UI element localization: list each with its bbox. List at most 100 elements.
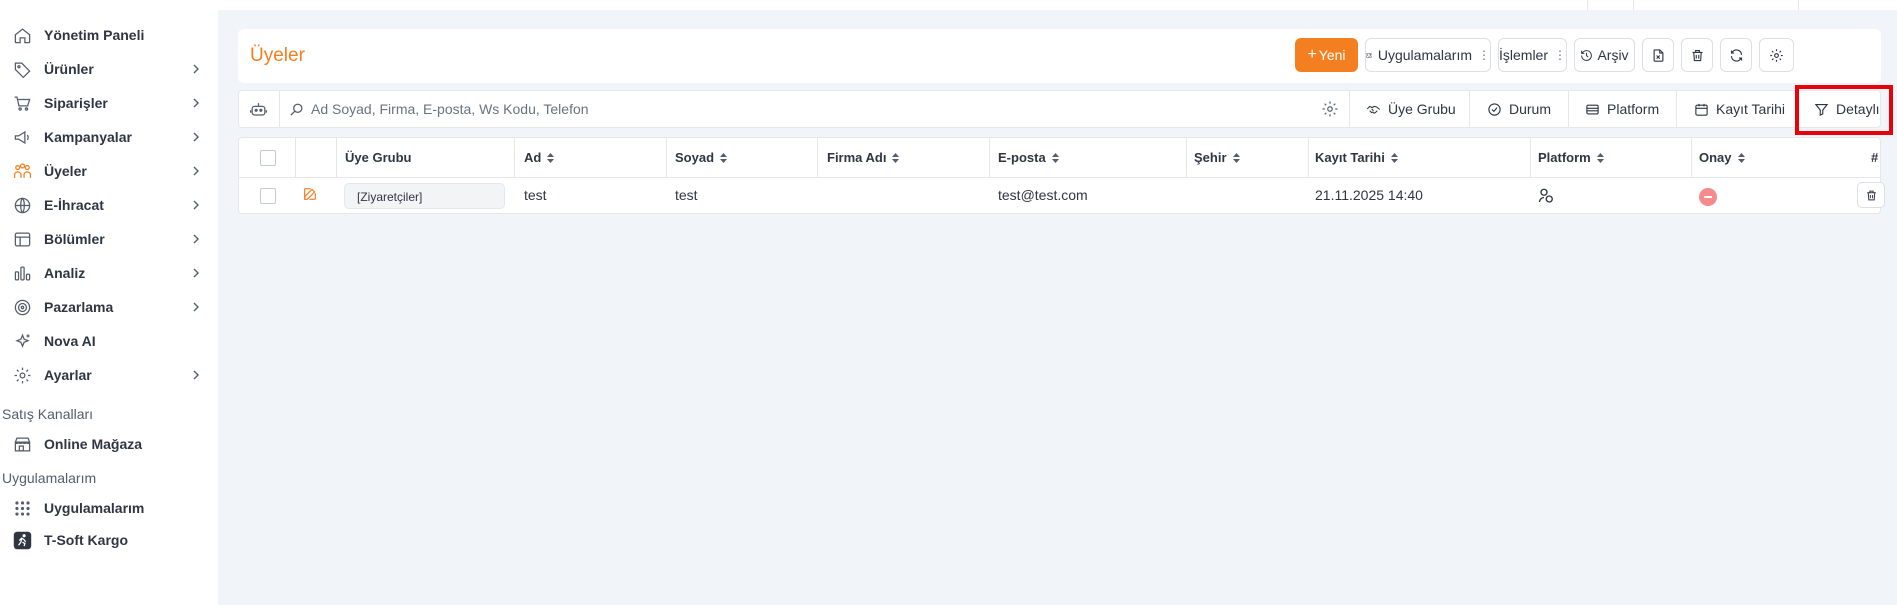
filter-status[interactable]: Durum	[1487, 91, 1551, 127]
apps-button-label: Uygulamalarım	[1377, 47, 1472, 63]
refresh-button[interactable]	[1720, 38, 1752, 72]
sidebar-item-dashboard[interactable]: Yönetim Paneli	[0, 20, 218, 50]
column-header-actions: #	[1871, 150, 1878, 165]
column-header-email[interactable]: E-posta	[998, 150, 1059, 165]
search-icon	[290, 103, 303, 116]
sidebar-item-campaigns[interactable]: Kampanyalar	[0, 122, 218, 152]
sort-icon	[1232, 152, 1240, 163]
cart-icon	[12, 93, 32, 113]
apps-button[interactable]: Uygulamalarım ⋮	[1365, 38, 1491, 72]
sort-icon	[892, 152, 900, 163]
calendar-icon	[1695, 103, 1708, 116]
sort-icon	[1390, 152, 1398, 163]
column-header-label: E-posta	[998, 150, 1046, 165]
column-divider	[1308, 138, 1309, 178]
divider	[1349, 91, 1350, 127]
sidebar-item-sections[interactable]: Bölümler	[0, 224, 218, 254]
delete-row-button[interactable]	[1857, 182, 1885, 208]
column-divider	[1186, 138, 1187, 178]
select-all-checkbox[interactable]	[260, 150, 276, 166]
sidebar: Yönetim Paneli Ürünler Siparişler Kampan…	[0, 0, 218, 605]
filter-registration-date[interactable]: Kayıt Tarihi	[1694, 91, 1785, 127]
sidebar-item-orders[interactable]: Siparişler	[0, 88, 218, 118]
table-row[interactable]: [Ziyaretçiler] test test test@test.com 2…	[239, 178, 1885, 214]
top-bar	[218, 0, 1897, 10]
sparkle-icon	[12, 331, 32, 351]
search-input[interactable]	[311, 97, 1311, 121]
chevron-right-icon	[193, 234, 199, 244]
column-divider	[989, 138, 990, 178]
filter-chip-label: Kayıt Tarihi	[1716, 101, 1785, 117]
chevron-right-icon	[193, 302, 199, 312]
approval-status-icon[interactable]	[1699, 188, 1717, 206]
sidebar-item-online-store[interactable]: Online Mağaza	[0, 429, 218, 459]
apps-title: Uygulamalarım	[2, 470, 97, 486]
column-divider	[336, 138, 337, 178]
sidebar-item-analytics[interactable]: Analiz	[0, 258, 218, 288]
more-vertical-icon: ⋮	[1478, 48, 1490, 62]
grid-dots-icon	[12, 498, 32, 518]
store-icon	[12, 434, 32, 454]
history-icon	[1581, 49, 1593, 61]
chevron-right-icon	[193, 268, 199, 278]
more-vertical-icon: ⋮	[1554, 48, 1567, 62]
sidebar-item-label: Online Mağaza	[44, 436, 143, 452]
column-header-label: Şehir	[1194, 150, 1227, 165]
handshake-icon	[1366, 105, 1381, 114]
chevron-right-icon	[193, 98, 199, 108]
export-button[interactable]	[1642, 38, 1674, 72]
sidebar-item-my-apps[interactable]: Uygulamalarım	[0, 493, 218, 523]
column-header-group[interactable]: Üye Grubu	[345, 150, 411, 165]
column-header-label: Üye Grubu	[345, 150, 412, 165]
filter-chip-label: Üye Grubu	[1388, 101, 1456, 117]
sidebar-item-label: Nova AI	[44, 333, 96, 349]
edit-icon[interactable]	[302, 186, 318, 202]
column-header-first-name[interactable]: Ad	[524, 150, 555, 165]
top-bar-divider	[1587, 0, 1588, 10]
filter-platform[interactable]: Platform	[1585, 91, 1659, 127]
gear-icon[interactable]	[1321, 100, 1339, 118]
column-header-city[interactable]: Şehir	[1194, 150, 1240, 165]
gear-icon	[1770, 48, 1783, 62]
actions-button[interactable]: İşlemler ⋮	[1498, 38, 1567, 72]
globe-icon	[12, 195, 32, 215]
filter-bar: Üye Grubu Durum Platform Kayıt Tarihi De…	[238, 90, 1881, 128]
sales-channels-title: Satış Kanalları	[2, 406, 94, 422]
sidebar-item-products[interactable]: Ürünler	[0, 54, 218, 84]
column-header-label: Onay	[1699, 150, 1732, 165]
sidebar-item-label: E-İhracat	[44, 197, 104, 213]
sidebar-item-export[interactable]: E-İhracat	[0, 190, 218, 220]
column-header-approval[interactable]: Onay	[1699, 150, 1745, 165]
bulk-delete-button[interactable]	[1681, 38, 1713, 72]
trash-icon	[1692, 49, 1702, 61]
column-header-label: Firma Adı	[827, 150, 887, 165]
sort-icon	[1737, 152, 1745, 163]
settings-button[interactable]	[1759, 38, 1794, 72]
new-button[interactable]: + Yeni	[1295, 38, 1358, 72]
column-header-platform[interactable]: Platform	[1538, 150, 1604, 165]
check-circle-icon	[1488, 102, 1501, 116]
column-header-company[interactable]: Firma Adı	[827, 150, 900, 165]
gear-icon	[12, 365, 32, 385]
column-header-label: #	[1871, 150, 1879, 165]
sidebar-item-tsoft-kargo[interactable]: T-Soft Kargo	[0, 525, 218, 555]
column-header-registration-date[interactable]: Kayıt Tarihi	[1315, 150, 1398, 165]
filter-member-group[interactable]: Üye Grubu	[1366, 91, 1456, 127]
archive-button[interactable]: Arşiv	[1574, 38, 1635, 72]
row-checkbox[interactable]	[260, 188, 276, 204]
cell-last-name: test	[675, 187, 698, 203]
sidebar-item-settings[interactable]: Ayarlar	[0, 360, 218, 390]
chevron-right-icon	[193, 132, 199, 142]
chevron-right-icon	[193, 64, 199, 74]
robot-icon[interactable]	[249, 100, 268, 119]
chart-icon	[12, 263, 32, 283]
file-excel-icon	[1653, 48, 1663, 62]
sidebar-item-label: Ayarlar	[44, 367, 92, 383]
sidebar-item-members[interactable]: Üyeler	[0, 156, 218, 186]
column-header-last-name[interactable]: Soyad	[675, 150, 728, 165]
sidebar-item-nova-ai[interactable]: Nova AI	[0, 326, 218, 356]
layout-icon	[12, 229, 32, 249]
sort-icon	[1596, 152, 1604, 163]
sidebar-item-marketing[interactable]: Pazarlama	[0, 292, 218, 322]
column-header-label: Soyad	[675, 150, 715, 165]
